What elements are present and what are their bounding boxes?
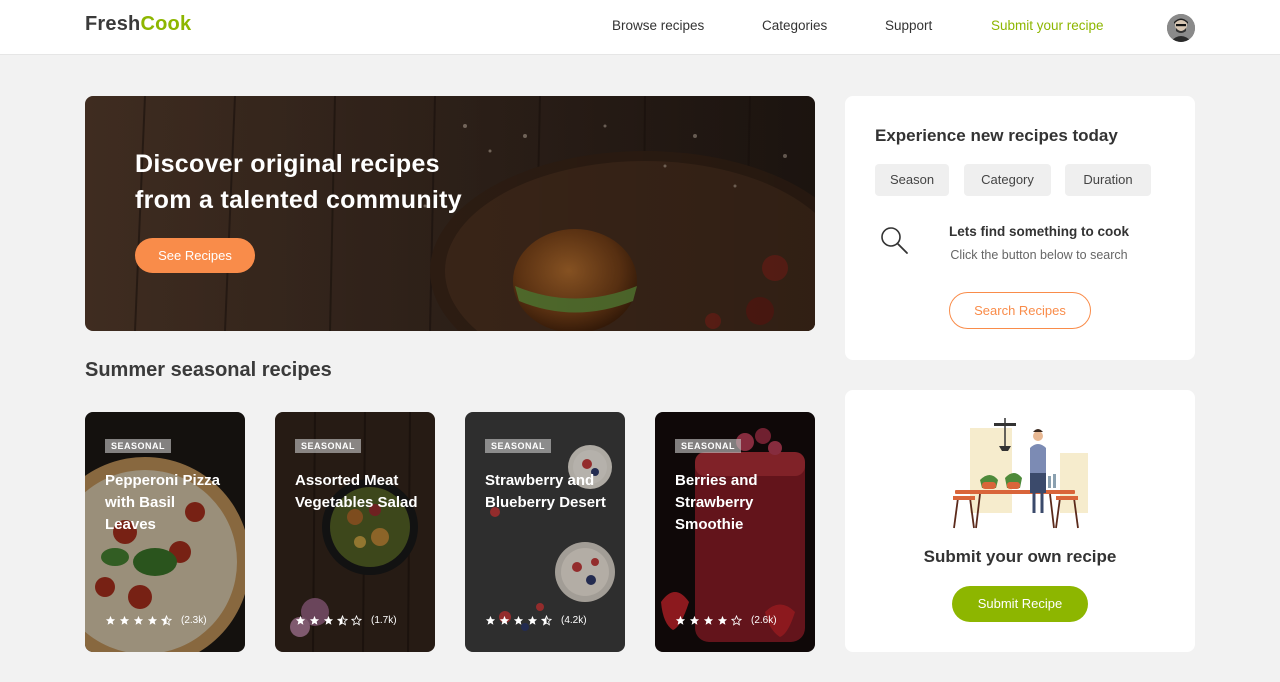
recipe-card[interactable]: SEASONAL Berries and Strawberry Smoothie…	[655, 412, 815, 652]
star-empty-icon	[731, 615, 742, 626]
star-empty-icon	[351, 615, 362, 626]
user-avatar[interactable]	[1167, 14, 1195, 42]
avatar-icon	[1167, 14, 1195, 42]
section-title: Summer seasonal recipes	[85, 359, 332, 381]
filter-season-chip[interactable]: Season	[875, 164, 949, 196]
nav-categories[interactable]: Categories	[762, 18, 827, 33]
recipe-card[interactable]: SEASONAL Pepperoni Pizza with Basil Leav…	[85, 412, 245, 652]
recipe-title: Strawberry and Blueberry Desert	[485, 472, 606, 511]
star-half-icon	[541, 615, 552, 626]
hero-banner: Discover original recipes from a talente…	[85, 96, 815, 331]
top-navbar: FreshCook Browse recipes Categories Supp…	[0, 0, 1280, 55]
rating: (1.7k)	[295, 615, 397, 626]
search-icon	[881, 227, 908, 254]
rating: (2.3k)	[105, 615, 207, 626]
seasonal-badge: SEASONAL	[295, 439, 362, 453]
rating: (4.2k)	[485, 615, 587, 626]
star-full-icon	[133, 615, 144, 625]
rating-count: (4.2k)	[561, 615, 587, 626]
star-full-icon	[119, 615, 130, 625]
filter-category-chip[interactable]: Category	[964, 164, 1051, 196]
star-full-icon	[703, 615, 714, 625]
rating-count: (1.7k)	[371, 615, 397, 626]
star-full-icon	[105, 615, 116, 625]
star-full-icon	[147, 615, 158, 625]
cooking-illustration	[953, 418, 1088, 529]
find-subtitle: Click the button below to search	[950, 248, 1128, 262]
rating-count: (2.3k)	[181, 615, 207, 626]
submit-panel: Submit your own recipe Submit Recipe	[845, 390, 1195, 652]
find-title: Lets find something to cook	[948, 224, 1129, 239]
see-recipes-button[interactable]: See Recipes	[135, 238, 255, 273]
star-half-icon	[161, 615, 172, 626]
seasonal-badge: SEASONAL	[485, 439, 552, 453]
explore-panel: Experience new recipes today Season Cate…	[845, 96, 1195, 360]
nav-support[interactable]: Support	[885, 18, 932, 33]
rating-count: (2.6k)	[751, 615, 777, 626]
star-full-icon	[323, 615, 334, 625]
logo-text-cook: Cook	[140, 13, 192, 35]
seasonal-badge: SEASONAL	[675, 439, 742, 453]
star-full-icon	[717, 615, 728, 625]
submit-title: Submit your own recipe	[923, 547, 1117, 566]
logo[interactable]: FreshCook	[85, 13, 191, 36]
star-full-icon	[527, 615, 538, 625]
hero-headline: Discover original recipes from a talente…	[135, 146, 462, 218]
star-full-icon	[675, 615, 686, 625]
star-full-icon	[309, 615, 320, 625]
nav-browse-recipes[interactable]: Browse recipes	[612, 18, 704, 33]
recipe-title: Assorted Meat Vegetables Salad	[295, 472, 418, 511]
star-full-icon	[513, 615, 524, 625]
recipe-title: Pepperoni Pizza with Basil Leaves	[105, 472, 221, 533]
recipe-card[interactable]: SEASONAL Assorted Meat Vegetables Salad …	[275, 412, 435, 652]
star-full-icon	[485, 615, 496, 625]
nav-submit-recipe[interactable]: Submit your recipe	[991, 18, 1104, 33]
recipe-card[interactable]: SEASONAL Strawberry and Blueberry Desert…	[465, 412, 625, 652]
search-recipes-button[interactable]: Search Recipes	[949, 292, 1091, 329]
recipe-title: Berries and Strawberry Smoothie	[675, 472, 758, 533]
submit-recipe-button[interactable]: Submit Recipe	[952, 586, 1088, 622]
star-full-icon	[499, 615, 510, 625]
rating: (2.6k)	[675, 615, 777, 626]
hero-headline-line2: from a talented community	[135, 186, 462, 214]
star-full-icon	[295, 615, 306, 625]
seasonal-badge: SEASONAL	[105, 439, 172, 453]
star-full-icon	[689, 615, 700, 625]
star-half-icon	[337, 615, 348, 626]
hero-headline-line1: Discover original recipes	[135, 150, 440, 178]
logo-text-fresh: Fresh	[85, 13, 141, 35]
filter-duration-chip[interactable]: Duration	[1065, 164, 1151, 196]
explore-title: Experience new recipes today	[875, 126, 1118, 145]
